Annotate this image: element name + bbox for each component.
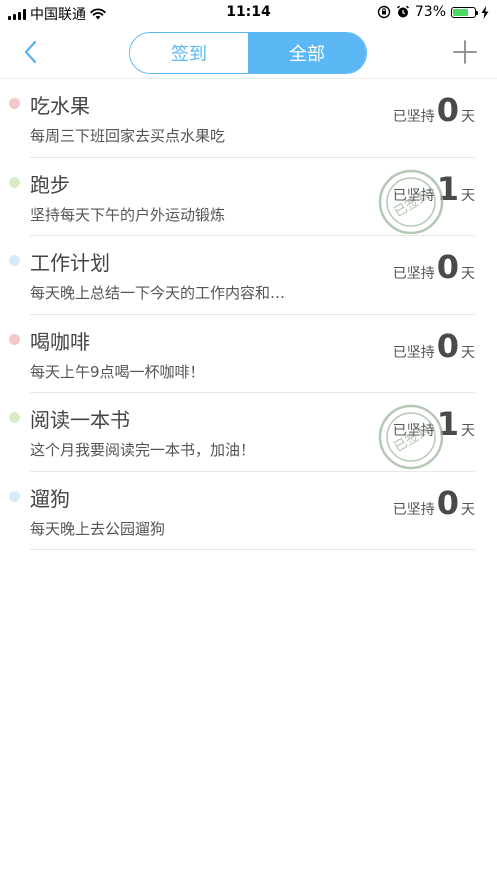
nav-bar: 签到 全部 (0, 26, 497, 79)
streak-counter: 已坚持 0 天 (393, 486, 475, 520)
streak-prefix: 已坚持 (392, 344, 435, 361)
habit-description: 每天晚上去公园遛狗 (30, 519, 166, 538)
habit-list: 吃水果 每周三下班回家去买点水果吃 已坚持 0 天 跑步 坚持每天下午的户外运动… (0, 79, 497, 550)
stamp-text: 已签到 (391, 187, 433, 220)
streak-suffix: 天 (461, 109, 475, 125)
streak-suffix: 天 (461, 501, 475, 518)
habit-title: 喝咖啡 (30, 329, 90, 354)
streak-prefix: 已坚持 (392, 109, 435, 125)
habit-row-3[interactable]: 工作计划 每天晚上总结一下今天的工作内容和… 已坚持 0 天 (9, 236, 475, 315)
segmented-control: 签到 全部 (129, 32, 367, 74)
color-dot (9, 490, 20, 502)
stamp-text: 已签到 (391, 422, 433, 455)
streak-prefix: 已坚持 (392, 266, 435, 282)
streak-counter: 已坚持 0 天 (393, 329, 475, 363)
streak-suffix: 天 (461, 266, 475, 282)
add-habit-button[interactable] (451, 38, 479, 66)
color-dot (9, 98, 20, 109)
tab-checkin[interactable]: 签到 (130, 33, 248, 73)
tab-all[interactable]: 全部 (248, 33, 366, 73)
status-bar: 中国联通 11:14 73% (0, 0, 497, 26)
streak-days: 0 (436, 483, 459, 522)
chevron-left-icon (24, 40, 37, 64)
habit-title: 遛狗 (30, 486, 70, 511)
battery-icon (451, 6, 478, 18)
habit-title: 吃水果 (30, 94, 90, 118)
streak-suffix: 天 (461, 344, 475, 361)
habit-description: 每周三下班回家去买点水果吃 (30, 127, 226, 145)
habit-row-2[interactable]: 跑步 坚持每天下午的户外运动锻炼 已坚持 1 天 已签到 (9, 158, 475, 236)
streak-prefix: 已坚持 (392, 501, 435, 518)
color-dot (9, 176, 20, 188)
streak-days: 0 (436, 248, 459, 286)
habit-description: 每天上午9点喝一杯咖啡！ (30, 362, 205, 381)
streak-suffix: 天 (461, 423, 475, 439)
habit-row-5[interactable]: 阅读一本书 这个月我要阅读完一本书，加油！ 已坚持 1 天 已签到 (9, 393, 475, 472)
color-dot (9, 333, 20, 345)
plus-icon (453, 40, 477, 64)
rotation-lock-icon (377, 5, 391, 19)
battery-percent: 73% (414, 4, 446, 20)
habit-row-6[interactable]: 遛狗 每天晚上去公园遛狗 已坚持 0 天 (9, 472, 475, 550)
habit-title: 跑步 (30, 172, 70, 197)
checked-in-stamp: 已签到 (378, 169, 444, 234)
habit-description: 这个月我要阅读完一本书，加油！ (30, 441, 256, 459)
habit-title: 阅读一本书 (30, 408, 130, 432)
alarm-icon (396, 5, 409, 18)
streak-days: 0 (436, 326, 459, 365)
battery-fill (453, 8, 469, 16)
streak-counter: 已坚持 0 天 (393, 93, 475, 127)
habit-description: 每天晚上总结一下今天的工作内容和… (30, 284, 286, 302)
habit-description: 坚持每天下午的户外运动锻炼 (30, 205, 226, 224)
status-right: 73% (377, 4, 489, 20)
charging-icon (481, 5, 489, 19)
checked-in-stamp: 已签到 (378, 404, 444, 470)
streak-days: 0 (436, 91, 459, 129)
habit-row-4[interactable]: 喝咖啡 每天上午9点喝一杯咖啡！ 已坚持 0 天 (9, 315, 475, 393)
streak-counter: 已坚持 0 天 (393, 250, 475, 284)
habit-row-1[interactable]: 吃水果 每周三下班回家去买点水果吃 已坚持 0 天 (9, 79, 475, 158)
streak-suffix: 天 (461, 187, 475, 204)
color-dot (9, 255, 20, 266)
back-button[interactable] (18, 38, 46, 66)
habit-title: 工作计划 (30, 251, 110, 275)
color-dot (9, 412, 20, 423)
